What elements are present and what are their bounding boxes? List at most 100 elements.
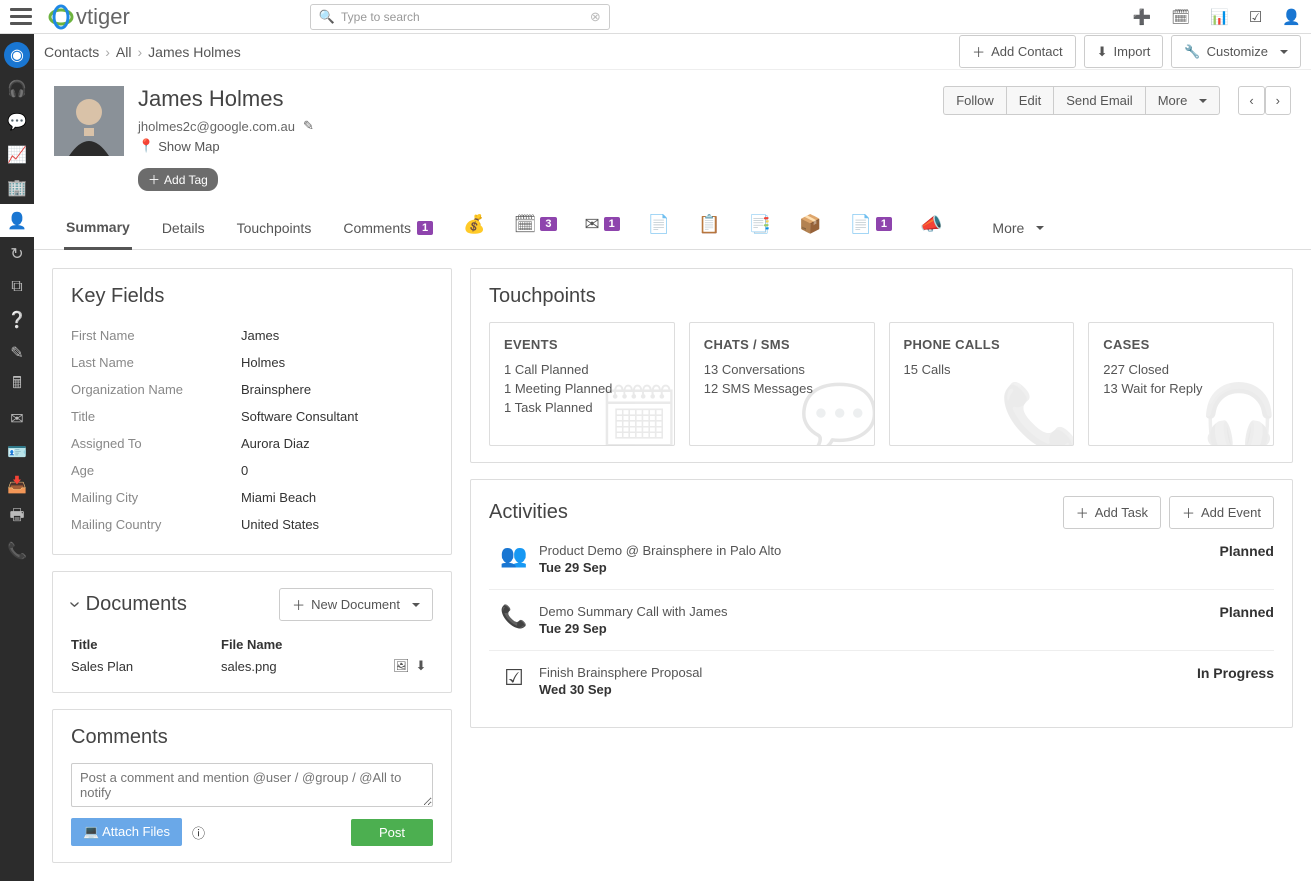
calendar-icon[interactable]: 🗓 [1171, 8, 1190, 26]
tab-comments[interactable]: Comments1 [341, 212, 435, 248]
side-mail-icon[interactable]: ✉ [0, 402, 34, 435]
breadcrumb-module[interactable]: Contacts [44, 44, 99, 60]
activities-card: Activities ＋Add Task ＋Add Event 👥Product… [470, 479, 1293, 728]
activity-date: Tue 29 Sep [539, 621, 1220, 636]
breadcrumb: Contacts › All › James Holmes [44, 44, 241, 60]
tab-quote-icon[interactable]: 📄 [648, 214, 670, 247]
side-refresh-icon[interactable]: ↻ [0, 237, 34, 270]
calendar-badge: 3 [540, 217, 556, 231]
field-value: James [241, 328, 279, 343]
tab-more[interactable]: More [990, 212, 1046, 248]
activity-row[interactable]: ☑Finish Brainsphere ProposalWed 30 SepIn… [489, 651, 1274, 711]
field-value: United States [241, 517, 319, 532]
quick-add-icon[interactable]: ➕ [1132, 8, 1151, 26]
more-button[interactable]: More [1145, 86, 1221, 115]
side-print-icon[interactable]: 🖶 [0, 501, 34, 534]
tab-money-icon[interactable]: 💰 [463, 214, 485, 247]
comments-title: Comments [71, 726, 433, 749]
side-chart-icon[interactable]: 📈 [0, 138, 34, 171]
doc-filename: sales.png [221, 659, 393, 674]
chevron-right-icon: › [105, 44, 110, 60]
info-icon[interactable]: ⓘ [192, 823, 205, 842]
side-card-icon[interactable]: 🪪 [0, 435, 34, 468]
key-fields-card: Key Fields First NameJamesLast NameHolme… [52, 268, 452, 555]
logo[interactable]: vtiger [48, 4, 130, 30]
side-headset-icon[interactable]: 🎧 [0, 72, 34, 105]
activity-row[interactable]: 👥Product Demo @ Brainsphere in Palo Alto… [489, 529, 1274, 590]
prev-record-button[interactable]: ‹ [1238, 86, 1264, 115]
search-clear-icon[interactable]: ⊗ [590, 9, 601, 25]
chevron-down-icon[interactable]: › [63, 601, 86, 608]
user-icon[interactable]: 👤 [1282, 8, 1301, 26]
activities-title: Activities [489, 501, 568, 524]
key-field-row: First NameJames [71, 322, 433, 349]
customize-button[interactable]: 🔧Customize [1171, 35, 1301, 68]
next-record-button[interactable]: › [1265, 86, 1291, 115]
hamburger-menu[interactable] [10, 6, 32, 28]
attach-files-button[interactable]: 💻 Attach Files [71, 818, 182, 846]
analytics-icon[interactable]: 📊 [1210, 8, 1229, 26]
side-calc-icon[interactable]: 🖩 [0, 369, 34, 402]
add-event-button[interactable]: ＋Add Event [1169, 496, 1274, 529]
touchpoint-card[interactable]: CASES227 Closed13 Wait for Reply🎧 [1088, 322, 1274, 446]
comment-input[interactable] [71, 763, 433, 807]
edit-button[interactable]: Edit [1006, 86, 1053, 115]
tab-touchpoints[interactable]: Touchpoints [235, 212, 314, 248]
field-label: Title [71, 409, 241, 424]
activity-status: Planned [1220, 604, 1274, 620]
side-buildings-icon[interactable]: 🏢 [0, 171, 34, 204]
contact-email[interactable]: jholmes2c@google.com.au [138, 119, 295, 134]
side-app-icon[interactable]: ◉ [4, 42, 30, 68]
breadcrumb-record: James Holmes [148, 44, 241, 60]
activity-title: Product Demo @ Brainsphere in Palo Alto [539, 543, 1220, 558]
tab-doc-icon[interactable]: 📄1 [849, 214, 892, 247]
side-help-icon[interactable]: ❔ [0, 303, 34, 336]
add-tag-button[interactable]: ＋ Add Tag [138, 168, 218, 191]
add-task-button[interactable]: ＋Add Task [1063, 496, 1161, 529]
tab-so-icon[interactable]: 📑 [749, 214, 771, 247]
field-label: Assigned To [71, 436, 241, 451]
touchpoint-card[interactable]: CHATS / SMS13 Conversations12 SMS Messag… [689, 322, 875, 446]
new-document-button[interactable]: ＋New Document [279, 588, 433, 621]
search-input[interactable] [341, 10, 590, 24]
tab-product-icon[interactable]: 📦 [799, 214, 821, 247]
side-phone-icon[interactable]: 📞 [0, 534, 34, 567]
contact-name: James Holmes [138, 86, 314, 112]
edit-email-icon[interactable]: ✎ [303, 118, 314, 134]
tab-campaign-icon[interactable]: 📣 [920, 214, 942, 247]
touchpoints-card: Touchpoints EVENTS1 Call Planned1 Meetin… [470, 268, 1293, 463]
side-deals-icon[interactable]: ⧉ [0, 270, 34, 303]
wrench-icon: 🔧 [1184, 44, 1200, 60]
touchpoint-item: 227 Closed [1103, 360, 1259, 379]
post-button[interactable]: Post [351, 819, 433, 846]
document-row[interactable]: Sales Plansales.png🖼⬇ [71, 656, 433, 676]
show-map-link[interactable]: 📍 Show Map [138, 138, 314, 154]
side-contacts-icon[interactable]: 👤 [0, 204, 34, 237]
tab-calendar-icon[interactable]: 🗓3 [514, 214, 557, 247]
activity-title: Finish Brainsphere Proposal [539, 665, 1197, 680]
image-icon[interactable]: 🖼 [393, 658, 410, 674]
side-edit-icon[interactable]: ✎ [0, 336, 34, 369]
side-inbox-icon[interactable]: 📥 [0, 468, 34, 501]
tab-mail-icon[interactable]: ✉1 [585, 214, 620, 247]
follow-button[interactable]: Follow [943, 86, 1006, 115]
activity-row[interactable]: 📞Demo Summary Call with JamesTue 29 SepP… [489, 590, 1274, 651]
field-label: Age [71, 463, 241, 478]
side-chat-icon[interactable]: 💬 [0, 105, 34, 138]
add-contact-button[interactable]: ＋Add Contact [959, 35, 1076, 68]
tab-details[interactable]: Details [160, 212, 207, 248]
search-box[interactable]: 🔍 ⊗ [310, 4, 610, 30]
touchpoint-card[interactable]: PHONE CALLS15 Calls📞 [889, 322, 1075, 446]
tasks-icon[interactable]: ☑ [1249, 8, 1262, 26]
download-icon[interactable]: ⬇ [416, 658, 427, 674]
touchpoint-heading: CASES [1103, 337, 1259, 352]
tab-po-icon[interactable]: 📋 [698, 214, 720, 247]
touchpoint-card[interactable]: EVENTS1 Call Planned1 Meeting Planned1 T… [489, 322, 675, 446]
import-button[interactable]: ⬇Import [1084, 35, 1164, 68]
mail-badge: 1 [604, 217, 620, 231]
plus-icon: ＋ [148, 171, 160, 188]
tab-summary[interactable]: Summary [64, 211, 132, 250]
breadcrumb-all[interactable]: All [116, 44, 132, 60]
doc-col-title: Title [71, 637, 221, 652]
send-email-button[interactable]: Send Email [1053, 86, 1144, 115]
